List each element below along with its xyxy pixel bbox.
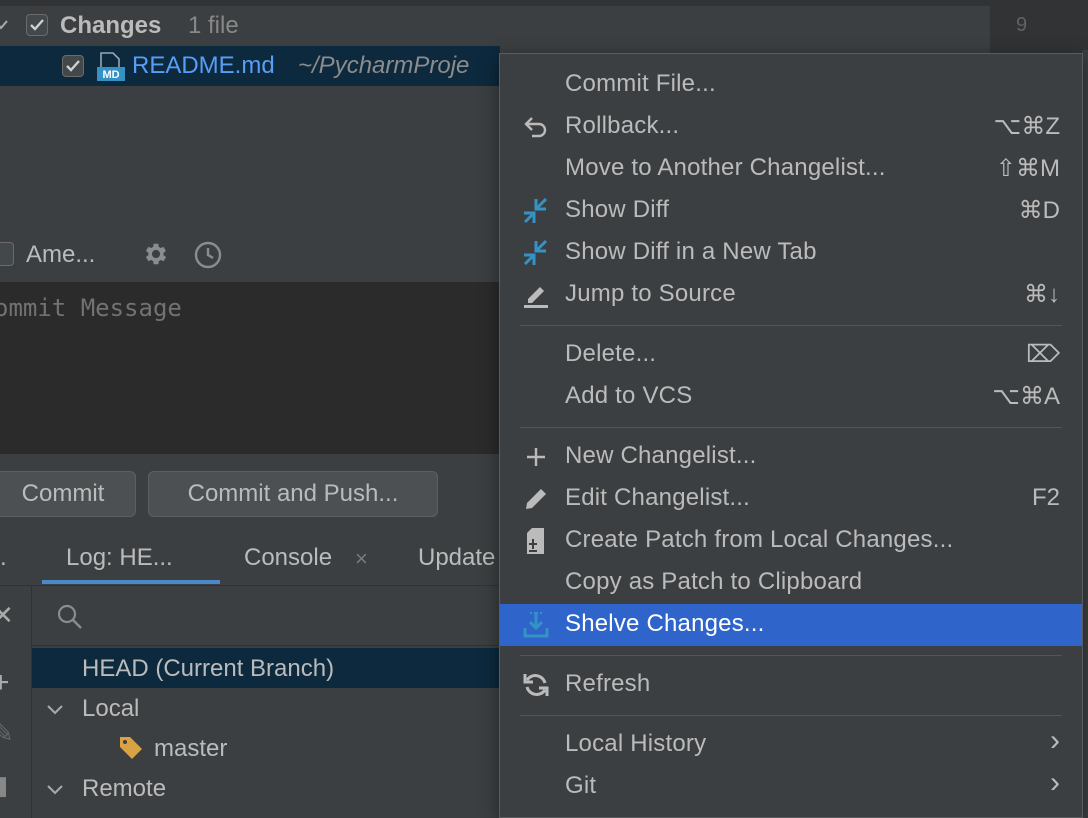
menu-item-label: Add to VCS	[565, 382, 693, 409]
menu-item-shortcut: ⇧⌘M	[995, 155, 1060, 182]
tab-git-truncated[interactable]: .	[0, 544, 7, 572]
menu-item-shelve-changes[interactable]: Shelve Changes...	[500, 604, 1082, 646]
submenu-arrow-icon: ›	[1050, 724, 1060, 757]
search-icon[interactable]	[56, 603, 84, 636]
tab-console[interactable]: Console	[244, 544, 332, 572]
tab-update[interactable]: Update	[418, 544, 500, 572]
menu-item-shortcut: ⌥⌘A	[992, 383, 1060, 410]
tab-log[interactable]: Log: HE...	[66, 544, 173, 572]
changes-group-label: Changes	[60, 12, 162, 39]
menu-item-create-patch[interactable]: Create Patch from Local Changes...	[500, 520, 1082, 562]
refresh-icon	[522, 672, 550, 698]
menu-item-label: Jump to Source	[565, 280, 736, 307]
commit-and-push-button[interactable]: Commit and Push...	[148, 471, 438, 517]
menu-item-commit-file[interactable]: Commit File...	[500, 64, 1082, 106]
menu-item-label: Create Patch from Local Changes...	[565, 526, 954, 553]
branch-master[interactable]: master	[154, 735, 227, 763]
edit-source-icon	[522, 282, 550, 308]
menu-item-label: Move to Another Changelist...	[565, 154, 886, 181]
menu-item-label: Local History	[565, 730, 707, 757]
pencil-icon	[522, 486, 550, 512]
chevron-down-icon[interactable]	[46, 776, 64, 802]
menu-item-label: Edit Changelist...	[565, 484, 751, 511]
menu-item-label: Rollback...	[565, 112, 680, 139]
patch-icon	[522, 528, 550, 554]
menu-item-label: Show Diff	[565, 196, 670, 223]
menu-item-label: Refresh	[565, 670, 651, 697]
active-tab-indicator	[42, 580, 220, 584]
close-icon[interactable]: ×	[355, 546, 368, 572]
gear-icon[interactable]	[142, 240, 170, 273]
menu-item-delete[interactable]: Delete... ⌦	[500, 334, 1082, 376]
menu-item-jump-to-source[interactable]: Jump to Source ⌘↓	[500, 274, 1082, 316]
menu-item-label: Git	[565, 772, 597, 799]
menu-item-shortcut: F2	[1031, 484, 1060, 511]
menu-item-copy-patch[interactable]: Copy as Patch to Clipboard	[500, 562, 1082, 604]
menu-item-show-diff-new-tab[interactable]: Show Diff in a New Tab	[500, 232, 1082, 274]
menu-item-rollback[interactable]: Rollback... ⌥⌘Z	[500, 106, 1082, 148]
branch-search-row[interactable]	[32, 586, 500, 646]
branch-group-remote[interactable]: Remote	[82, 775, 166, 803]
menu-item-shortcut: ⌥⌘Z	[993, 113, 1060, 140]
menu-separator	[520, 715, 1062, 716]
plus-icon	[522, 444, 550, 470]
menu-item-label: Copy as Patch to Clipboard	[565, 568, 863, 595]
menu-separator	[520, 655, 1062, 656]
branch-tag-icon	[118, 735, 144, 766]
pencil-icon[interactable]: ✎	[0, 718, 14, 749]
commit-message-placeholder: ommit Message	[0, 294, 182, 322]
file-path: ~/PycharmProje	[298, 52, 470, 79]
submenu-arrow-icon: ›	[1050, 766, 1060, 799]
file-name: README.md	[132, 52, 275, 79]
commit-button[interactable]: Commit	[0, 471, 136, 517]
menu-item-label: Delete...	[565, 340, 657, 367]
branch-head-label: HEAD (Current Branch)	[82, 655, 335, 682]
changes-group-checkbox[interactable]	[26, 14, 48, 36]
menu-item-add-to-vcs[interactable]: Add to VCS ⌥⌘A	[500, 376, 1082, 418]
amend-checkbox[interactable]	[0, 242, 14, 266]
close-icon[interactable]: ✕	[0, 600, 14, 631]
shelve-icon	[522, 612, 550, 638]
menu-item-git[interactable]: Git ›	[500, 766, 1082, 808]
changes-file-count: 1 file	[188, 12, 239, 39]
chevron-down-icon[interactable]	[0, 17, 8, 35]
menu-item-label: Show Diff in a New Tab	[565, 238, 817, 265]
menu-item-label: New Changelist...	[565, 442, 757, 469]
menu-item-shortcut: ⌘↓	[1024, 281, 1060, 308]
menu-item-label: Shelve Changes...	[565, 610, 765, 637]
menu-item-label: Commit File...	[565, 70, 716, 97]
menu-item-refresh[interactable]: Refresh	[500, 664, 1082, 706]
branch-group-local[interactable]: Local	[82, 695, 139, 723]
menu-item-move-changelist[interactable]: Move to Another Changelist... ⇧⌘M	[500, 148, 1082, 190]
menu-separator	[520, 325, 1062, 326]
line-number: 9	[1016, 14, 1028, 36]
menu-item-shortcut: ⌘D	[1018, 197, 1060, 224]
menu-item-show-diff[interactable]: Show Diff ⌘D	[500, 190, 1082, 232]
rollback-icon	[522, 114, 550, 140]
menu-item-local-history[interactable]: Local History ›	[500, 724, 1082, 766]
file-checkbox[interactable]	[62, 55, 84, 77]
markdown-file-icon: MD	[95, 52, 127, 87]
trash-icon[interactable]: ▮	[0, 770, 8, 801]
diff-icon	[522, 197, 550, 224]
diff-icon	[522, 239, 550, 266]
menu-separator	[520, 427, 1062, 428]
menu-item-edit-changelist[interactable]: Edit Changelist... F2	[500, 478, 1082, 520]
plus-icon[interactable]: +	[0, 666, 10, 700]
menu-item-shortcut: ⌦	[1026, 341, 1060, 368]
md-badge-text: MD	[102, 69, 119, 81]
editor-gutter	[990, 0, 1088, 55]
history-clock-icon[interactable]	[193, 240, 223, 275]
menu-item-new-changelist[interactable]: New Changelist...	[500, 436, 1082, 478]
chevron-down-icon[interactable]	[46, 696, 64, 722]
amend-label[interactable]: Ame...	[26, 241, 95, 269]
